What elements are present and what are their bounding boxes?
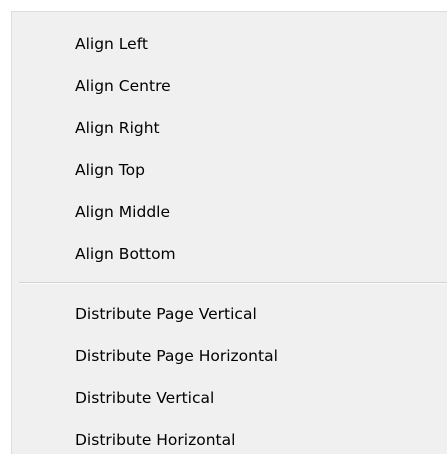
menu-item-align-middle[interactable]: Align Middle bbox=[75, 197, 170, 227]
menu-item-distribute-vertical[interactable]: Distribute Vertical bbox=[75, 383, 214, 413]
menu-item-distribute-page-horizontal[interactable]: Distribute Page Horizontal bbox=[75, 341, 278, 371]
context-menu: Align Left Align Centre Align Right Alig… bbox=[11, 11, 447, 454]
menu-item-distribute-horizontal[interactable]: Distribute Horizontal bbox=[75, 425, 235, 455]
menu-item-align-bottom[interactable]: Align Bottom bbox=[75, 239, 176, 269]
menu-item-align-left[interactable]: Align Left bbox=[75, 29, 148, 59]
menu-item-distribute-page-vertical[interactable]: Distribute Page Vertical bbox=[75, 299, 257, 329]
menu-item-align-top[interactable]: Align Top bbox=[75, 155, 145, 185]
menu-item-align-right[interactable]: Align Right bbox=[75, 113, 160, 143]
menu-item-align-centre[interactable]: Align Centre bbox=[75, 71, 171, 101]
menu-separator bbox=[19, 282, 447, 284]
